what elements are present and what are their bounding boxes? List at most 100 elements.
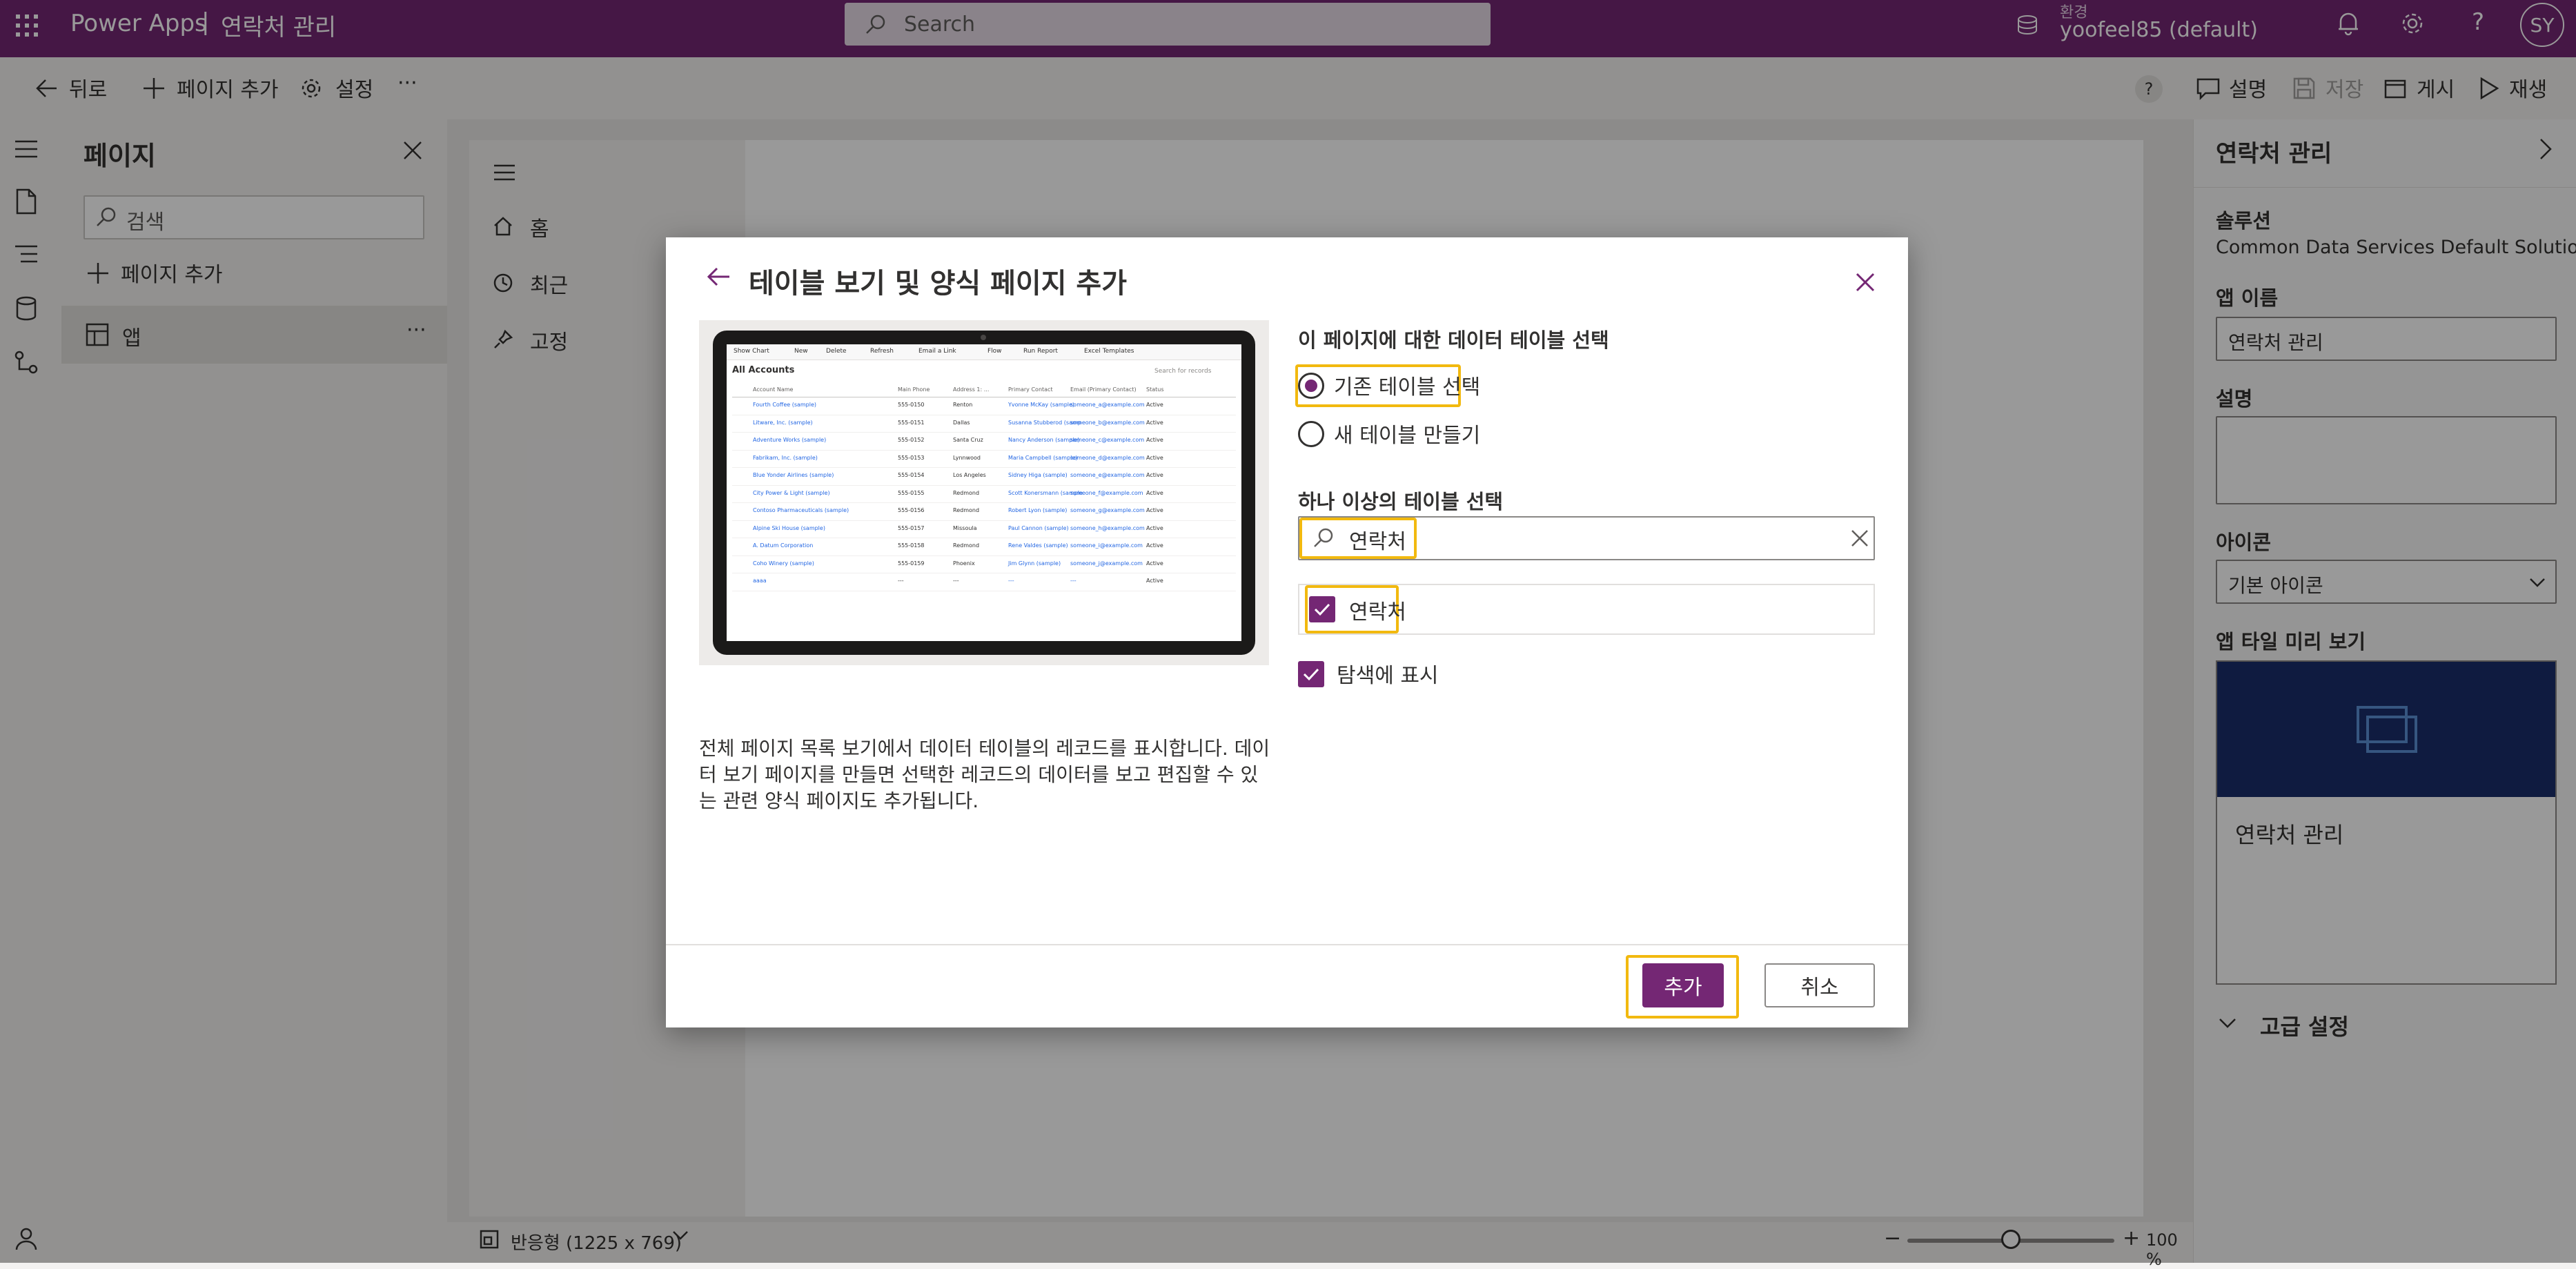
preview-grid-cell: 555-0153 [898,454,925,461]
preview-toolbar: Show Chart New Delete Refresh Email a Link Fl… [727,344,1241,360]
preview-grid-cell: Active [1146,507,1163,513]
section-title: 이 페이지에 대한 데이터 테이블 선택 [1298,328,1609,352]
tablet-camera [981,335,986,340]
preview-grid-cell: Fourth Coffee (sample) [753,402,817,408]
result-item-checkbox[interactable] [1309,596,1335,622]
close-icon[interactable] [1855,272,1876,293]
preview-grid-row: Fabrikam, Inc. (sample) 555-0153 Lynnwood M… [732,451,1236,468]
preview-toolbar-item: Refresh [870,348,894,355]
preview-grid-cell: someone_f@example.com [1070,489,1143,496]
preview-grid-cell: Paul Cannon (sample) [1008,524,1069,531]
preview-grid-cell: someone_i@example.com [1070,542,1143,549]
multi-select-label: 하나 이상의 테이블 선택 [1298,490,1504,513]
dialog-description: 전체 페이지 목록 보기에서 데이터 테이블의 레코드를 표시합니다. 데이터 … [699,737,1270,812]
preview-grid-cell: Nancy Anderson (sample) [1008,437,1080,443]
clear-search-icon[interactable] [1850,529,1869,548]
preview-grid-cell: Alpine Ski House (sample) [753,524,825,531]
preview-illustration: Show Chart New Delete Refresh Email a Link Fl… [699,320,1269,665]
radio-existing-table-label[interactable]: 기존 테이블 선택 [1334,370,1480,400]
preview-grid-cell: 555-0156 [898,507,925,513]
tablet-frame: Show Chart New Delete Refresh Email a Link Fl… [713,331,1255,655]
preview-grid-row: Contoso Pharmaceuticals (sample) 555-0156… [732,503,1236,521]
preview-grid-cell: 555-0157 [898,524,925,531]
preview-grid-row: City Power & Light (sample) 555-0155 Redmo… [732,486,1236,503]
preview-grid-cell: A. Datum Corporation [753,542,814,549]
show-in-nav-label[interactable]: 탐색에 표시 [1337,658,1439,689]
preview-grid-cell: Blue Yonder Airlines (sample) [753,472,834,478]
add-table-page-dialog: 테이블 보기 및 양식 페이지 추가 Show Chart New Delete Re… [666,237,1908,1027]
preview-grid-cell: 555-0152 [898,437,925,443]
preview-grid-cell: Dallas [953,419,970,426]
dialog-footer-divider [666,944,1908,945]
preview-toolbar-item: Show Chart [734,348,769,355]
preview-grid-row: Alpine Ski House (sample) 555-0157 Missoul… [732,521,1236,538]
radio-new-table-label[interactable]: 새 테이블 만들기 [1334,418,1480,449]
preview-toolbar-item: Flow [987,348,1002,355]
preview-toolbar-item: Delete [826,348,847,355]
preview-grid-cell: Redmond [953,507,980,513]
preview-grid-cell: Fabrikam, Inc. (sample) [753,454,818,461]
preview-grid-cell: someone_c@example.com [1070,437,1145,443]
preview-toolbar-item: Excel Templates [1084,348,1134,355]
result-item-label[interactable]: 연락처 [1349,595,1406,625]
preview-grid-cell: Los Angeles [953,472,986,478]
preview-grid-row: Fourth Coffee (sample) 555-0150 Renton Yvon… [732,397,1236,415]
preview-grid-cell: someone_j@example.com [1070,560,1143,567]
preview-grid-cell: Sidney Higa (sample) [1008,472,1068,478]
preview-grid-cell: Adventure Works (sample) [753,437,827,443]
preview-grid-cell: someone_g@example.com [1070,507,1145,513]
preview-toolbar-item: Run Report [1023,348,1058,355]
preview-grid-cell: --- [953,578,959,584]
preview-grid-cell: someone_b@example.com [1070,419,1145,426]
table-search-value: 연락처 [1349,530,1406,554]
preview-grid-cell: 555-0155 [898,489,925,496]
preview-view-title: All Accounts [732,365,795,375]
back-arrow-icon[interactable] [706,266,731,287]
preview-grid-cell: Active [1146,489,1163,496]
preview-search-hint: Search for records [1154,368,1212,375]
preview-toolbar-item: New [794,348,808,355]
preview-grid-cell: Active [1146,437,1163,443]
preview-grid-cell: Active [1146,419,1163,426]
preview-column-header: Address 1: ... [953,386,990,393]
show-in-nav-checkbox[interactable] [1298,661,1324,687]
search-icon [1313,527,1334,548]
preview-grid-row: aaaa --- --- --- --- Active [732,573,1236,591]
preview-grid-row: A. Datum Corporation 555-0158 Redmond Rene … [732,538,1236,556]
preview-grid-cell: Santa Cruz [953,437,983,443]
preview-grid-cell: Missoula [953,524,977,531]
preview-grid-cell: Phoenix [953,560,975,567]
radio-new-table[interactable] [1298,421,1324,447]
preview-grid-row: Adventure Works (sample) 555-0152 Santa Cr… [732,433,1236,451]
preview-grid: Account Name Main Phone Address 1: ... Prim… [732,384,1236,591]
preview-grid-cell: someone_e@example.com [1070,472,1145,478]
preview-grid-cell: Active [1146,560,1163,567]
preview-grid-cell: Coho Winery (sample) [753,560,814,567]
preview-grid-cell: --- [898,578,904,584]
preview-grid-cell: 555-0150 [898,402,925,408]
preview-grid-cell: 555-0154 [898,472,925,478]
preview-column-header: Primary Contact [1008,386,1053,393]
preview-grid-cell: 555-0151 [898,419,925,426]
preview-grid-cell: Active [1146,578,1163,584]
preview-grid-cell: someone_h@example.com [1070,524,1145,531]
preview-column-header: Main Phone [898,386,930,393]
preview-grid-cell: Yvonne McKay (sample) [1008,402,1075,408]
preview-grid-cell: Active [1146,524,1163,531]
preview-column-header: Email (Primary Contact) [1070,386,1137,393]
preview-grid-cell: Active [1146,472,1163,478]
preview-grid-row: Litware, Inc. (sample) 555-0151 Dallas Susa… [732,415,1236,433]
preview-column-header: Account Name [753,386,794,393]
preview-grid-header: Account Name Main Phone Address 1: ... Prim… [732,384,1236,397]
preview-grid-row: Blue Yonder Airlines (sample) 555-0154 Los… [732,468,1236,486]
radio-existing-table[interactable] [1298,373,1324,399]
preview-grid-cell: Litware, Inc. (sample) [753,419,813,426]
preview-grid-cell: aaaa [753,578,767,584]
cancel-button[interactable]: 취소 [1764,963,1875,1007]
tablet-screen: Show Chart New Delete Refresh Email a Link Fl… [727,344,1241,641]
preview-grid-cell: 555-0159 [898,560,925,567]
preview-grid-cell: Maria Campbell (sample) [1008,454,1078,461]
preview-grid-cell: 555-0158 [898,542,925,549]
add-button[interactable]: 추가 [1642,963,1724,1007]
preview-toolbar-item: Email a Link [918,348,956,355]
